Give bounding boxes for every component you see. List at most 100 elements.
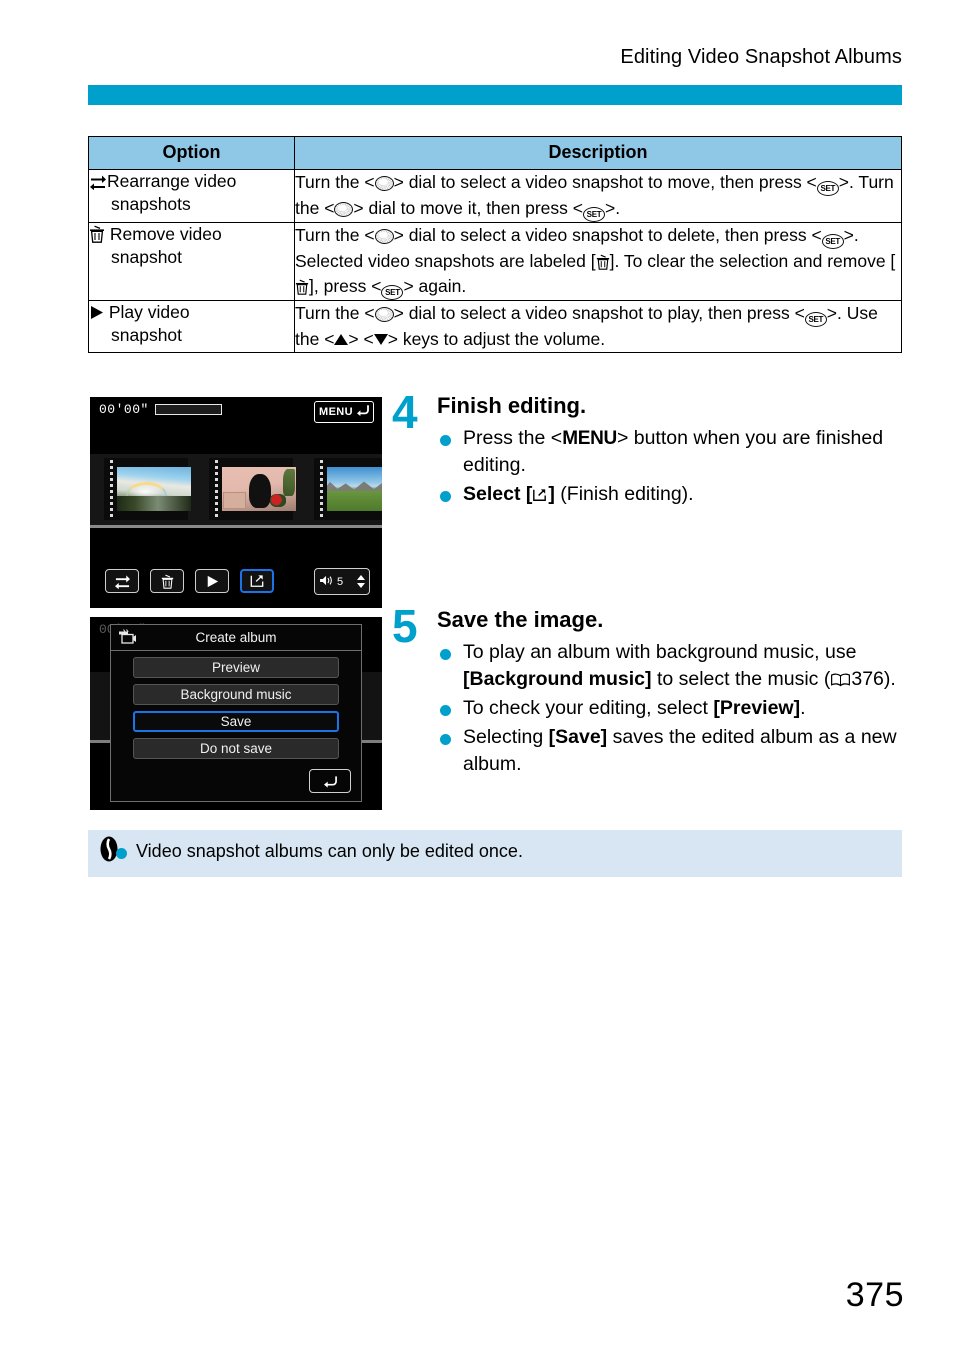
- desc-text: > <: [348, 328, 374, 349]
- desc-text: Turn the <: [295, 225, 375, 245]
- step-5-block: 5 Save the image. To play an album with …: [392, 603, 904, 780]
- timecode-label: 00′00″: [99, 402, 149, 417]
- toolbar-remove-button[interactable]: [150, 569, 184, 593]
- bullet-text: ).: [883, 668, 896, 691]
- desc-text: Turn the <: [295, 172, 375, 192]
- page-header-title: Editing Video Snapshot Albums: [620, 46, 902, 68]
- step-4-number: 4: [392, 386, 418, 438]
- bullet-bold-term: [Save]: [548, 725, 608, 748]
- step-5-number: 5: [392, 600, 418, 652]
- progress-bar: [155, 404, 222, 415]
- page-reference: 376: [851, 668, 884, 691]
- step-4-heading: Finish editing.: [437, 393, 587, 418]
- caution-note-text: Video snapshot albums can only be edited…: [116, 841, 523, 861]
- set-button-icon: SET: [816, 181, 839, 196]
- trash-icon: [295, 277, 309, 295]
- dialog-option-list: Preview Background music Save Do not sav…: [111, 651, 361, 759]
- decor-plant: [282, 468, 295, 497]
- dial-icon: [374, 176, 394, 191]
- menu-button[interactable]: MENU: [314, 401, 374, 423]
- arrow-down-icon: [373, 333, 388, 345]
- dialog-item-do-not-save[interactable]: Do not save: [133, 738, 339, 759]
- table-row: Play video snapshot Turn the < > dial to …: [88, 299, 902, 353]
- video-snapshot-album-icon: [117, 629, 137, 646]
- page-number: 375: [845, 1276, 904, 1314]
- return-arrow-icon: [356, 403, 370, 421]
- menu-button-label: MENU: [319, 406, 353, 418]
- dial-icon: [374, 306, 394, 322]
- column-header-description: Description: [294, 136, 902, 170]
- bullet-text: .: [800, 697, 806, 719]
- option-label-play-1: Play video: [108, 301, 190, 322]
- option-cell-rearrange: Rearrange video snapshots: [88, 169, 295, 223]
- finish-editing-icon: [532, 483, 548, 502]
- desc-text: > dial to select a video snapshot to pla…: [393, 302, 805, 323]
- strip-divider: [90, 525, 382, 528]
- dialog-item-background-music[interactable]: Background music: [133, 684, 339, 705]
- camera-screen-album-editing: 00′00″ MENU 5: [90, 397, 382, 608]
- desc-text: ]. To clear the selection and remove [: [609, 251, 896, 271]
- snapshot-thumbnail[interactable]: [314, 458, 382, 520]
- manual-reference-icon: [830, 668, 851, 687]
- volume-control[interactable]: 5: [314, 568, 370, 595]
- volume-up-arrow-icon[interactable]: [357, 575, 365, 580]
- desc-text: > dial to select a video snapshot to mov…: [393, 172, 817, 192]
- bullet-item: To play an album with background music, …: [437, 639, 904, 693]
- thumbnail-image-mountain-meadow: [327, 467, 382, 511]
- snapshot-thumbnail-list: [104, 458, 382, 520]
- thumbnail-image-waterfall-rainbow: [117, 467, 191, 511]
- play-icon: [89, 303, 104, 319]
- bullet-item: Press the <MENU> button when you are fin…: [437, 425, 904, 479]
- table-row: Rearrange video snapshots Turn the < > di…: [88, 169, 902, 223]
- description-cell-rearrange: Turn the < > dial to select a video snaps…: [294, 169, 902, 223]
- toolbar-finish-editing-button[interactable]: [240, 569, 274, 593]
- set-button-icon: SET: [804, 311, 827, 327]
- snapshot-thumbnail[interactable]: [104, 458, 191, 520]
- volume-stepper[interactable]: [357, 575, 365, 588]
- option-label-play-2: snapshot: [111, 324, 183, 345]
- option-label-rearrange-2: snapshots: [111, 194, 191, 215]
- set-button-icon: SET: [821, 234, 844, 249]
- step-4-block: 4 Finish editing. Press the <MENU> butto…: [392, 389, 904, 510]
- bullet-item: To check your editing, select [Preview].: [437, 695, 904, 722]
- trash-icon: [596, 252, 610, 270]
- trash-icon: [89, 225, 105, 243]
- bullet-bold-term: [Background music]: [463, 668, 652, 691]
- dialog-item-save[interactable]: Save: [133, 711, 339, 732]
- desc-text: Turn the <: [295, 302, 375, 323]
- dial-icon: [374, 229, 394, 244]
- bullet-bold-term: [Preview]: [713, 697, 801, 719]
- toolbar-rearrange-button[interactable]: [105, 569, 139, 593]
- bullet-text: To play an album with background music, …: [463, 641, 857, 664]
- option-cell-remove: Remove video snapshot: [88, 222, 295, 301]
- set-button-icon: SET: [381, 284, 404, 300]
- bullet-text: Select [: [463, 483, 533, 506]
- arrow-up-icon: [334, 333, 349, 345]
- toolbar-play-button[interactable]: [195, 569, 229, 593]
- decor-roses: [270, 494, 287, 508]
- dial-icon: [334, 202, 354, 217]
- option-label-rearrange-1: Rearrange video: [107, 171, 237, 191]
- desc-text: > dial to select a video snapshot to del…: [393, 225, 822, 245]
- desc-text: > keys to adjust the volume.: [387, 328, 606, 349]
- camera-screen-create-album: 00′00″ Create album Preview Background m…: [90, 617, 382, 810]
- thumbnail-image-dog-indoor: [222, 467, 296, 511]
- table-header-row: Option Description: [88, 136, 902, 170]
- step-4-bullets: Press the <MENU> button when you are fin…: [437, 425, 904, 508]
- volume-down-arrow-icon[interactable]: [357, 583, 365, 588]
- dialog-back-button[interactable]: [309, 769, 351, 793]
- bullet-text: To check your editing, select: [463, 697, 714, 719]
- snapshot-thumbnail[interactable]: [209, 458, 296, 520]
- dialog-item-preview[interactable]: Preview: [133, 657, 339, 678]
- step-5-bullets: To play an album with background music, …: [437, 639, 904, 778]
- menu-glyph: MENU: [562, 428, 617, 450]
- description-cell-play: Turn the < > dial to select a video snaps…: [294, 299, 902, 353]
- film-perforations: [320, 460, 323, 518]
- desc-text: >.: [605, 198, 621, 218]
- set-button-icon: SET: [583, 207, 605, 222]
- rearrange-icon: [89, 173, 107, 191]
- desc-text: > dial to move it, then press <: [353, 198, 583, 218]
- header-accent-rule: [88, 85, 902, 105]
- bullet-text: Press the <: [463, 427, 563, 450]
- option-label-remove-2: snapshot: [111, 247, 183, 268]
